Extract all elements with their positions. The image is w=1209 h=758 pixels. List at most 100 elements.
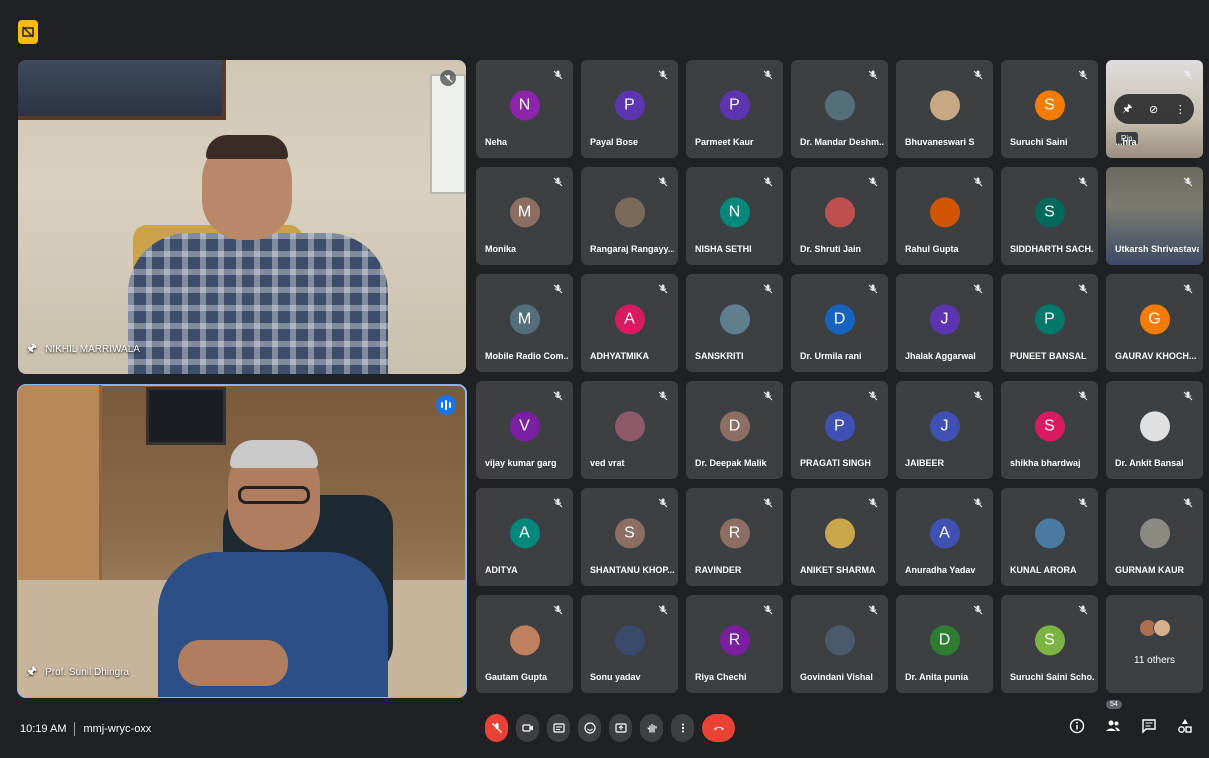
mic-off-icon: [761, 282, 775, 296]
participant-tile[interactable]: Sonu yadav: [581, 595, 678, 693]
pin-icon[interactable]: 🖈: [26, 662, 37, 683]
avatar: A: [509, 518, 540, 549]
avatar: [824, 625, 855, 656]
activities-icon: [1178, 719, 1192, 733]
participant-tile[interactable]: Sshikha bhardwaj: [1001, 381, 1098, 479]
participant-tile[interactable]: 🖈 ⊘ ⋮ Pin ...hra: [1106, 60, 1203, 158]
avatar: [614, 411, 645, 442]
participant-tile[interactable]: P Parmeet Kaur: [686, 60, 783, 158]
presentation-icon[interactable]: [18, 20, 38, 44]
leave-call-button[interactable]: [702, 714, 735, 742]
participant-tile[interactable]: A ADHYATMIKA: [581, 274, 678, 372]
participant-tile[interactable]: G GAURAV KHOCH...: [1106, 274, 1203, 372]
avatar: S: [1034, 90, 1065, 121]
mic-off-icon: [971, 389, 985, 403]
participant-name: Mobile Radio Com...: [485, 351, 569, 361]
raise-hand-button[interactable]: [640, 714, 663, 742]
participant-tile[interactable]: J Jhalak Aggarwal: [896, 274, 993, 372]
others-count: 11 others: [1134, 655, 1175, 666]
participant-tile[interactable]: M Monika: [476, 167, 573, 265]
activities-button[interactable]: [1175, 716, 1195, 736]
participant-tile[interactable]: A ADITYA: [476, 488, 573, 586]
participant-tile[interactable]: P Payal Bose: [581, 60, 678, 158]
captions-button[interactable]: [547, 714, 570, 742]
mic-off-icon[interactable]: ⊘: [1149, 103, 1158, 116]
avatar: G: [1139, 304, 1170, 335]
reactions-button[interactable]: [578, 714, 601, 742]
participant-name: SHANTANU KHOP...: [590, 565, 674, 575]
camera-toggle-button[interactable]: [516, 714, 539, 742]
participant-tile[interactable]: D Dr. Urmila rani: [791, 274, 888, 372]
pinned-video-tile[interactable]: 🖈 NIKHIL MARRIWALA: [18, 60, 466, 374]
mic-off-icon: [1076, 282, 1090, 296]
participant-tile[interactable]: S SIDDHARTH SACH...: [1001, 167, 1098, 265]
mic-toggle-button[interactable]: [485, 714, 508, 742]
participant-tile[interactable]: Vvijay kumar garg: [476, 381, 573, 479]
participant-name: Prof. Sunil Dhingra: [45, 667, 130, 678]
mic-off-icon: [971, 496, 985, 510]
mic-off-icon: [491, 723, 502, 733]
participant-tile[interactable]: Dr. Mandar Deshm...: [791, 60, 888, 158]
avatar: A: [614, 304, 645, 335]
participant-tile[interactable]: N Neha: [476, 60, 573, 158]
participant-tile[interactable]: R Riya Chechi: [686, 595, 783, 693]
more-options-button[interactable]: [671, 714, 694, 742]
participant-tile[interactable]: Rahul Gupta: [896, 167, 993, 265]
mic-off-icon: [1076, 175, 1090, 189]
info-icon: [1069, 718, 1085, 734]
participant-tile[interactable]: ANIKET SHARMA: [791, 488, 888, 586]
mic-off-icon: [1076, 496, 1090, 510]
participant-tile[interactable]: SANSKRITI: [686, 274, 783, 372]
participant-tile[interactable]: Bhuvaneswari S: [896, 60, 993, 158]
participant-tile[interactable]: KUNAL ARORA: [1001, 488, 1098, 586]
avatar: J: [929, 304, 960, 335]
tile-hover-controls: 🖈 ⊘ ⋮: [1114, 94, 1194, 124]
participant-tile[interactable]: Govindani Vishal: [791, 595, 888, 693]
participant-tile[interactable]: D Dr. Deepak Malik: [686, 381, 783, 479]
avatar: [824, 90, 855, 121]
avatar: P: [1034, 304, 1065, 335]
participant-tile[interactable]: 11 others: [1106, 595, 1203, 693]
participant-tile[interactable]: D Dr. Anita punia: [896, 595, 993, 693]
participant-name: Dr. Ankit Bansal: [1115, 458, 1184, 468]
participant-tile[interactable]: J JAIBEER: [896, 381, 993, 479]
participant-tile[interactable]: M Mobile Radio Com...: [476, 274, 573, 372]
participant-name: Dr. Anita punia: [905, 672, 969, 682]
participant-tile[interactable]: S SHANTANU KHOP...: [581, 488, 678, 586]
avatar: [929, 90, 960, 121]
participant-tile[interactable]: P PRAGATI SINGH: [791, 381, 888, 479]
avatar: R: [719, 625, 750, 656]
participant-name: PRAGATI SINGH: [800, 458, 871, 468]
participant-tile[interactable]: P PUNEET BANSAL: [1001, 274, 1098, 372]
pin-icon[interactable]: 🖈: [26, 339, 37, 360]
people-button[interactable]: 54: [1103, 700, 1123, 736]
participant-tile[interactable]: Gautam Gupta: [476, 595, 573, 693]
mic-off-icon: [656, 68, 670, 82]
pin-icon[interactable]: 🖈: [1122, 100, 1132, 119]
participant-tile[interactable]: Utkarsh Shrivastava: [1106, 167, 1203, 265]
participant-tile[interactable]: Dr. Ankit Bansal: [1106, 381, 1203, 479]
participant-tile[interactable]: Rangaraj Rangayy...: [581, 167, 678, 265]
pinned-video-tile[interactable]: 🖈 Prof. Sunil Dhingra: [17, 384, 467, 698]
present-button[interactable]: [609, 714, 632, 742]
mic-off-icon: [656, 282, 670, 296]
participant-name: KUNAL ARORA: [1010, 565, 1077, 575]
participant-tile[interactable]: S Suruchi Saini Scho...: [1001, 595, 1098, 693]
mic-off-icon: [656, 175, 670, 189]
chat-button[interactable]: [1139, 716, 1159, 736]
participant-tile[interactable]: Dr. Shruti Jain: [791, 167, 888, 265]
participant-tile[interactable]: R RAVINDER: [686, 488, 783, 586]
participant-tile[interactable]: GURNAM KAUR: [1106, 488, 1203, 586]
chat-icon: [1142, 719, 1156, 734]
captions-icon: [552, 723, 565, 733]
mic-off-icon: [761, 603, 775, 617]
meeting-details-button[interactable]: [1067, 716, 1087, 736]
participant-tile[interactable]: A Anuradha Yadav: [896, 488, 993, 586]
participant-tile[interactable]: S Suruchi Saini: [1001, 60, 1098, 158]
participant-tile[interactable]: N NISHA SETHI: [686, 167, 783, 265]
participant-name: RAVINDER: [695, 565, 742, 575]
mic-off-icon: [866, 68, 880, 82]
more-vert-icon[interactable]: ⋮: [1175, 103, 1186, 116]
mic-off-icon: [656, 603, 670, 617]
participant-tile[interactable]: ved vrat: [581, 381, 678, 479]
